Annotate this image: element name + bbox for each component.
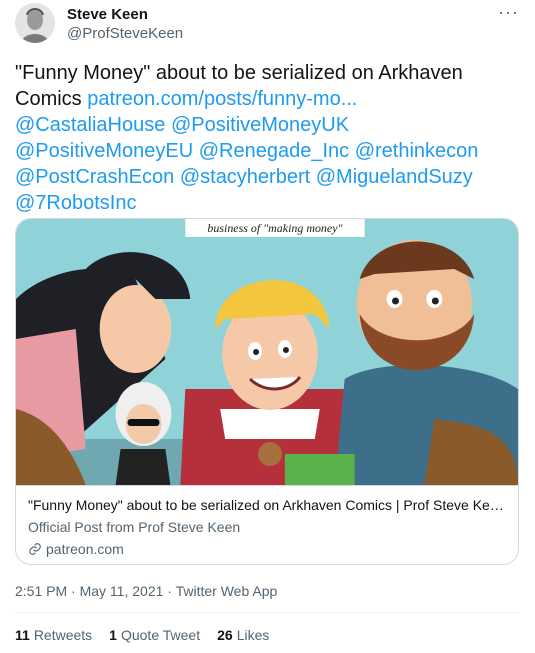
divider — [15, 612, 520, 613]
tweet-time[interactable]: 2:51 PM — [15, 583, 67, 599]
tweet-source[interactable]: Twitter Web App — [176, 583, 278, 599]
mention-link[interactable]: @PositiveMoneyEU — [15, 140, 193, 162]
retweets-label: Retweets — [33, 627, 93, 643]
mention-link[interactable]: @stacyherbert — [180, 166, 310, 188]
link-icon — [29, 543, 41, 555]
tweet-link[interactable]: patreon.com/posts/funny-mo... — [87, 88, 357, 110]
mention-link[interactable]: @Renegade_Inc — [199, 140, 349, 162]
retweets-stat[interactable]: 11 Retweets — [15, 627, 92, 643]
link-preview-card[interactable]: business of "making money" "Funny Money"… — [15, 218, 519, 565]
quotes-label: Quote Tweet — [120, 627, 201, 643]
quotes-count: 1 — [109, 627, 117, 643]
likes-count: 26 — [217, 627, 233, 643]
mention-link[interactable]: @MiguelandSuzy — [316, 166, 473, 188]
tweet-meta: 2:51 PM · May 11, 2021 · Twitter Web App — [15, 583, 277, 599]
likes-stat[interactable]: 26 Likes — [217, 627, 269, 643]
more-options-icon[interactable]: ··· — [498, 2, 519, 23]
card-domain: patreon.com — [46, 541, 124, 557]
card-image-caption: business of "making money" — [207, 221, 343, 235]
card-image[interactable]: business of "making money" — [16, 219, 518, 485]
mention-link[interactable]: @7RobotsInc — [15, 192, 136, 214]
retweets-count: 11 — [15, 627, 30, 643]
author-handle[interactable]: @ProfSteveKeen — [67, 25, 183, 42]
avatar[interactable] — [15, 3, 55, 43]
mention-link[interactable]: @rethinkecon — [355, 140, 479, 162]
card-body[interactable]: "Funny Money" about to be serialized on … — [16, 485, 518, 558]
meta-separator: · — [67, 583, 80, 599]
author-name[interactable]: Steve Keen — [67, 6, 148, 23]
tweet-stats: 11 Retweets 1 Quote Tweet 26 Likes — [15, 627, 269, 643]
card-description: Official Post from Prof Steve Keen — [28, 519, 241, 535]
mention-link[interactable]: @CastaliaHouse — [15, 114, 165, 136]
likes-label: Likes — [236, 627, 270, 643]
mention-link[interactable]: @PostCrashEcon — [15, 166, 174, 188]
card-domain-row: patreon.com — [28, 540, 506, 558]
quotes-stat[interactable]: 1 Quote Tweet — [109, 627, 200, 643]
avatar-portrait-icon — [15, 3, 55, 43]
tweet-text: "Funny Money" about to be serialized on … — [15, 60, 520, 216]
mention-link[interactable]: @PositiveMoneyUK — [171, 114, 349, 136]
card-title[interactable]: "Funny Money" about to be serialized on … — [28, 496, 506, 514]
tweet-date[interactable]: May 11, 2021 — [80, 583, 164, 599]
meta-separator: · — [163, 583, 176, 599]
